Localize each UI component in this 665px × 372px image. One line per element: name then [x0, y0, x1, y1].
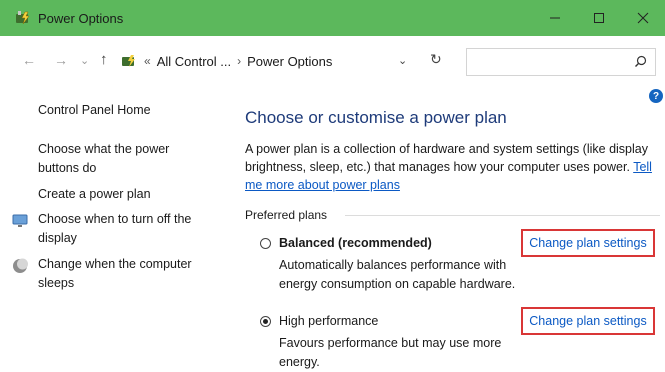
change-plan-settings-high-performance-link[interactable]: Change plan settings: [521, 307, 655, 335]
address-dropdown-icon[interactable]: ⌄: [398, 54, 407, 67]
change-plan-settings-balanced-link[interactable]: Change plan settings: [521, 229, 655, 257]
breadcrumb-separator-icon: ›: [237, 54, 242, 68]
plan-name-balanced[interactable]: Balanced (recommended): [279, 236, 432, 250]
back-arrow-icon[interactable]: ←: [22, 52, 36, 68]
plan-name-high-performance[interactable]: High performance: [279, 314, 378, 328]
search-icon[interactable]: [634, 55, 647, 68]
window-title: Power Options: [38, 10, 124, 26]
address-bar: ← → ⌄ ↑ « All Control ... › Power Option…: [0, 36, 665, 88]
sidebar-item-create-plan[interactable]: Create a power plan: [38, 185, 223, 204]
sidebar-item-computer-sleeps[interactable]: Change when the computer sleeps: [38, 255, 208, 293]
preferred-plans-divider: [345, 215, 660, 216]
refresh-icon[interactable]: ↻: [430, 51, 442, 68]
control-panel-home-link[interactable]: Control Panel Home: [38, 101, 223, 120]
monitor-icon: [12, 214, 28, 227]
preferred-plans-label: Preferred plans: [245, 208, 328, 222]
radio-balanced[interactable]: [260, 238, 271, 249]
sidebar-item-power-buttons[interactable]: Choose what the power buttons do: [38, 140, 188, 178]
breadcrumb-all-control-panel[interactable]: All Control ...: [157, 54, 231, 69]
maximize-button[interactable]: [577, 0, 621, 36]
control-panel-icon: [122, 55, 135, 67]
minimize-button[interactable]: [533, 0, 577, 36]
up-arrow-icon[interactable]: ↑: [100, 51, 108, 68]
plan-description-text: A power plan is a collection of hardware…: [245, 140, 660, 194]
plan-desc-high-performance: Favours performance but may use more ene…: [279, 336, 502, 369]
close-button[interactable]: [621, 0, 665, 36]
help-icon[interactable]: ?: [649, 89, 663, 103]
search-box[interactable]: [466, 48, 656, 76]
maximize-icon: [594, 13, 604, 23]
title-bar: Power Options: [0, 0, 665, 36]
power-options-icon: [14, 9, 32, 27]
plan-desc-balanced: Automatically balances performance with …: [279, 258, 516, 291]
close-icon: [637, 12, 649, 24]
sidebar-item-turn-off-display[interactable]: Choose when to turn off the display: [38, 210, 223, 248]
page-title: Choose or customise a power plan: [245, 108, 507, 127]
moon-icon: [13, 258, 28, 273]
forward-arrow-icon[interactable]: →: [54, 52, 68, 68]
description-text: A power plan is a collection of hardware…: [245, 142, 648, 174]
breadcrumb-overflow-icon[interactable]: «: [144, 54, 151, 68]
radio-high-performance[interactable]: [260, 316, 271, 327]
search-input[interactable]: [473, 50, 627, 76]
minimize-icon: [550, 17, 560, 19]
breadcrumb-power-options[interactable]: Power Options: [247, 54, 332, 69]
recent-dropdown-icon[interactable]: ⌄: [80, 54, 89, 67]
